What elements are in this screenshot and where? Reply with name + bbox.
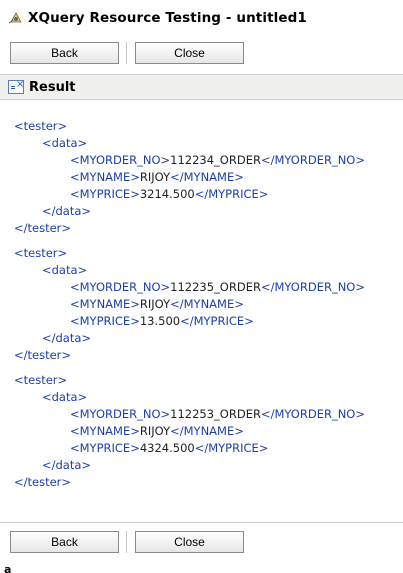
xml-value: 112234_ORDER [170, 153, 261, 167]
xml-line: <MYPRICE>4324.500</MYPRICE> [70, 440, 268, 457]
xquery-app-icon [8, 10, 24, 26]
xml-line: <MYNAME>RIJOY</MYNAME> [70, 169, 244, 186]
xml-tag: </MYORDER_NO> [260, 407, 365, 421]
xml-value: RIJOY [139, 297, 171, 311]
close-button[interactable]: Close [135, 42, 244, 64]
xml-tag: <MYORDER_NO> [70, 407, 171, 421]
xml-line: <data> [42, 262, 87, 279]
xml-tag: </tester> [14, 221, 72, 235]
xml-tag: <MYNAME> [70, 170, 140, 184]
xml-line: </tester> [14, 474, 71, 491]
xml-line: <MYPRICE>3214.500</MYPRICE> [70, 186, 268, 203]
xml-line: </tester> [14, 347, 71, 364]
xml-line: <tester> [14, 118, 67, 135]
xml-line: </data> [42, 203, 91, 220]
xml-value: RIJOY [139, 170, 171, 184]
xml-line: </tester> [14, 220, 71, 237]
xml-tag: <MYORDER_NO> [70, 280, 171, 294]
xml-line: <MYNAME>RIJOY</MYNAME> [70, 296, 244, 313]
xml-tag: <tester> [14, 373, 68, 387]
xml-line: <MYORDER_NO>112253_ORDER</MYORDER_NO> [70, 406, 365, 423]
xml-line: <MYNAME>RIJOY</MYNAME> [70, 423, 244, 440]
xml-tag: <data> [42, 390, 88, 404]
xml-line: <data> [42, 135, 87, 152]
xml-tag: </MYPRICE> [194, 187, 269, 201]
xml-value: 13.500 [139, 314, 181, 328]
xml-tag: <MYPRICE> [70, 314, 140, 328]
xml-tag: <tester> [14, 246, 68, 260]
xml-tag: <MYORDER_NO> [70, 153, 171, 167]
xml-tag: <data> [42, 136, 88, 150]
xml-line: </data> [42, 330, 91, 347]
result-section-header: Result [0, 74, 403, 100]
result-icon [8, 79, 24, 94]
xml-line: <data> [42, 389, 87, 406]
xml-line: <tester> [14, 372, 67, 389]
bottom-button-bar: Back Close [0, 527, 403, 557]
xml-line: <MYPRICE>13.500</MYPRICE> [70, 313, 254, 330]
xml-tag: </data> [42, 331, 92, 345]
xml-line: </data> [42, 457, 91, 474]
bottom-divider [0, 522, 403, 523]
xml-tag: </data> [42, 204, 92, 218]
xml-line: <MYORDER_NO>112235_ORDER</MYORDER_NO> [70, 279, 365, 296]
xml-tag: </MYPRICE> [194, 441, 269, 455]
result-title: Result [29, 79, 76, 95]
xml-tag: <data> [42, 263, 88, 277]
xml-tag: <MYPRICE> [70, 441, 140, 455]
xml-value: 4324.500 [139, 441, 195, 455]
back-button[interactable]: Back [10, 42, 119, 64]
xml-tag: <tester> [14, 119, 68, 133]
back-button-bottom[interactable]: Back [10, 531, 119, 553]
close-button-bottom[interactable]: Close [135, 531, 244, 553]
xml-tag: </tester> [14, 475, 72, 489]
xml-tag: </MYORDER_NO> [260, 280, 365, 294]
xml-tag: </tester> [14, 348, 72, 362]
xml-value: 112253_ORDER [170, 407, 261, 421]
xml-tag: <MYNAME> [70, 424, 140, 438]
xml-tag: </MYNAME> [170, 424, 244, 438]
xml-tag: </MYORDER_NO> [260, 153, 365, 167]
window-titlebar: XQuery Resource Testing - untitled1 [0, 0, 403, 36]
xml-tag: </data> [42, 458, 92, 472]
xml-value: 3214.500 [139, 187, 195, 201]
xml-line: <tester> [14, 245, 67, 262]
xml-tag: </MYPRICE> [180, 314, 254, 328]
top-button-bar: Back Close [0, 38, 403, 68]
xml-tag: <MYNAME> [70, 297, 140, 311]
xml-tag: </MYNAME> [170, 170, 244, 184]
xml-line: <MYORDER_NO>112234_ORDER</MYORDER_NO> [70, 152, 365, 169]
xml-tag: <MYPRICE> [70, 187, 140, 201]
xml-value: RIJOY [139, 424, 171, 438]
window-title: XQuery Resource Testing - untitled1 [28, 10, 307, 26]
footer-glyph: a [4, 563, 12, 573]
button-separator [126, 42, 127, 64]
xml-tag: </MYNAME> [170, 297, 244, 311]
xml-value: 112235_ORDER [170, 280, 261, 294]
result-xml-content: <tester> <data> <MYORDER_NO>112234_ORDER… [0, 110, 403, 520]
button-separator [126, 531, 127, 553]
